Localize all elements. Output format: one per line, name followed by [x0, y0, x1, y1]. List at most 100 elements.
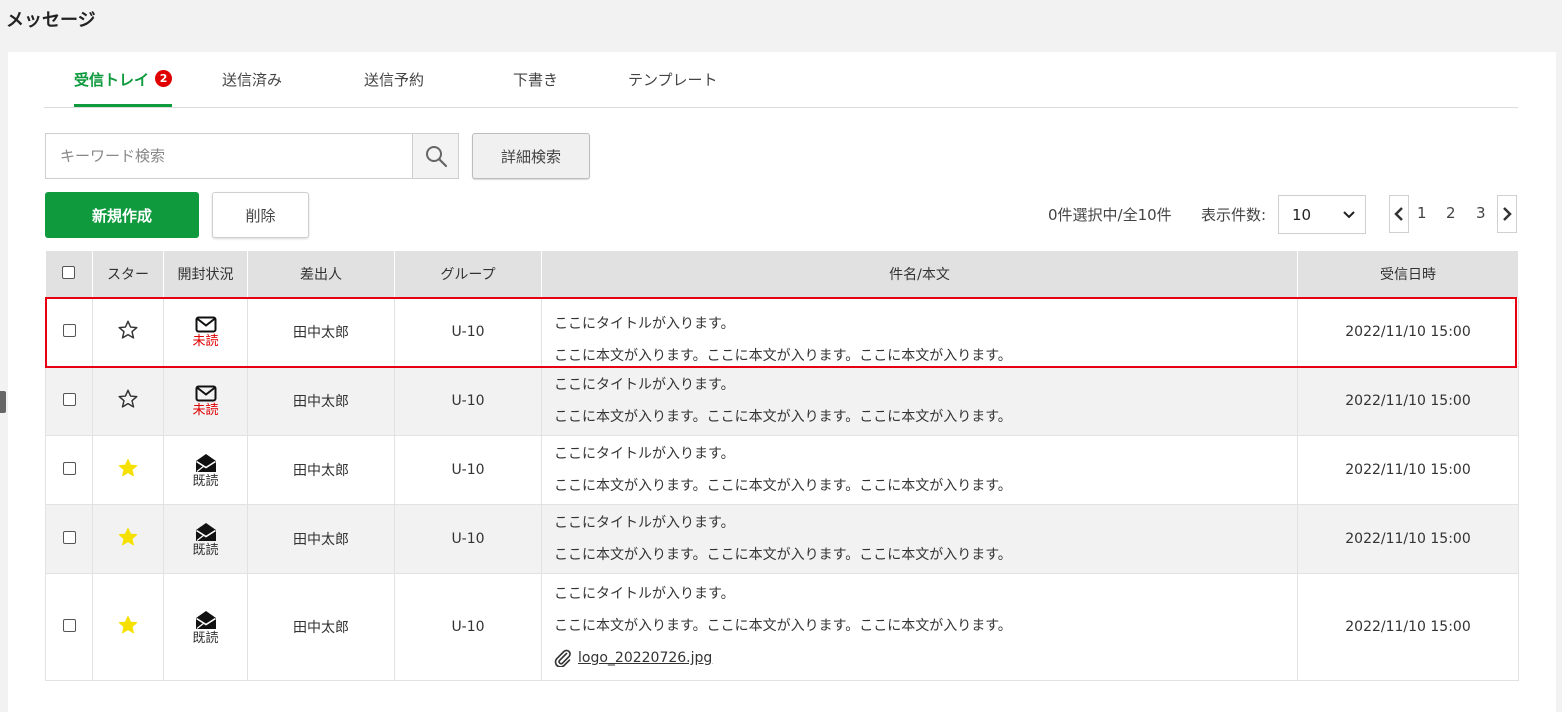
status-cell: 既読	[163, 435, 248, 505]
envelope-closed-icon	[195, 385, 216, 402]
message-table: スター 開封状況 差出人 グループ 件名/本文 受信日時 未読 田中太郎 U-1…	[45, 251, 1519, 681]
read-status: 未読	[165, 385, 246, 417]
side-panel-handle[interactable]	[0, 391, 6, 413]
tab-inbox-label: 受信トレイ	[74, 71, 150, 89]
chevron-down-icon	[1343, 211, 1355, 219]
sender-cell: 田中太郎	[247, 504, 395, 574]
tab-drafts[interactable]: 下書き	[513, 69, 558, 107]
star-outline-icon[interactable]	[117, 388, 139, 410]
subject-cell: ここにタイトルが入ります。 ここに本文が入ります。ここに本文が入ります。ここに本…	[541, 297, 1298, 367]
per-page-label: 表示件数:	[1201, 206, 1267, 224]
column-header-star[interactable]: スター	[92, 251, 164, 298]
delete-button[interactable]: 削除	[212, 192, 309, 238]
row-checkbox[interactable]	[62, 461, 76, 475]
tab-sent[interactable]: 送信済み	[222, 69, 282, 107]
per-page-select[interactable]: 10	[1278, 195, 1366, 234]
message-title: ここにタイトルが入ります。	[554, 586, 735, 602]
search-box	[45, 133, 459, 179]
status-label: 既読	[192, 630, 219, 646]
chevron-left-icon	[1394, 207, 1403, 221]
read-status: 未読	[165, 316, 246, 348]
per-page-value: 10	[1292, 206, 1312, 224]
page-number-1[interactable]: 1	[1417, 204, 1427, 222]
row-checkbox[interactable]	[62, 392, 76, 406]
status-label: 既読	[192, 473, 219, 489]
subject-cell: ここにタイトルが入ります。 ここに本文が入ります。ここに本文が入ります。ここに本…	[541, 504, 1298, 574]
select-all-checkbox[interactable]	[62, 265, 76, 279]
table-row[interactable]: 既読 田中太郎 U-10 ここにタイトルが入ります。 ここに本文が入ります。ここ…	[45, 573, 1519, 681]
column-header-sender[interactable]: 差出人	[247, 251, 395, 298]
subject-cell: ここにタイトルが入ります。 ここに本文が入ります。ここに本文が入ります。ここに本…	[541, 366, 1298, 436]
message-body: ここに本文が入ります。ここに本文が入ります。ここに本文が入ります。	[554, 478, 1012, 494]
new-message-button[interactable]: 新規作成	[45, 192, 199, 238]
row-checkbox[interactable]	[62, 323, 76, 337]
star-filled-icon[interactable]	[117, 614, 139, 636]
message-panel: 受信トレイ 2 送信済み 送信予約 下書き テンプレート 詳細検索 新規作成 削除…	[8, 52, 1556, 712]
attachment: logo_20220726.jpg	[554, 649, 1296, 667]
star-cell	[92, 366, 164, 436]
star-filled-icon[interactable]	[117, 457, 139, 479]
advanced-search-button[interactable]: 詳細検索	[472, 133, 590, 179]
unread-count-badge: 2	[155, 70, 173, 87]
table-row[interactable]: 既読 田中太郎 U-10 ここにタイトルが入ります。 ここに本文が入ります。ここ…	[45, 435, 1519, 505]
group-cell: U-10	[394, 504, 542, 574]
column-header-group[interactable]: グループ	[394, 251, 542, 298]
table-row[interactable]: 未読 田中太郎 U-10 ここにタイトルが入ります。 ここに本文が入ります。ここ…	[45, 366, 1519, 436]
star-cell	[92, 573, 164, 681]
message-title: ここにタイトルが入ります。	[554, 515, 735, 531]
star-outline-icon[interactable]	[117, 319, 139, 341]
column-header-subject[interactable]: 件名/本文	[541, 251, 1298, 298]
date-cell: 2022/11/10 15:00	[1297, 366, 1519, 436]
row-select-cell	[45, 504, 93, 574]
table-row[interactable]: 未読 田中太郎 U-10 ここにタイトルが入ります。 ここに本文が入ります。ここ…	[45, 297, 1519, 367]
envelope-open-icon	[195, 453, 216, 472]
column-header-date[interactable]: 受信日時	[1297, 251, 1519, 298]
tab-bar: 受信トレイ 2 送信済み 送信予約 下書き テンプレート	[44, 52, 1518, 108]
date-cell: 2022/11/10 15:00	[1297, 573, 1519, 681]
message-body: ここに本文が入ります。ここに本文が入ります。ここに本文が入ります。	[554, 409, 1012, 425]
sender-cell: 田中太郎	[247, 297, 395, 367]
table-row[interactable]: 既読 田中太郎 U-10 ここにタイトルが入ります。 ここに本文が入ります。ここ…	[45, 504, 1519, 574]
status-cell: 既読	[163, 573, 248, 681]
row-checkbox[interactable]	[62, 530, 76, 544]
read-status: 既読	[165, 453, 246, 488]
column-header-status[interactable]: 開封状況	[163, 251, 248, 298]
sender-cell: 田中太郎	[247, 435, 395, 505]
envelope-open-icon	[195, 522, 216, 541]
star-cell	[92, 504, 164, 574]
subject-cell: ここにタイトルが入ります。 ここに本文が入ります。ここに本文が入ります。ここに本…	[541, 573, 1298, 681]
keyword-search-input[interactable]	[46, 134, 412, 178]
star-filled-icon[interactable]	[117, 526, 139, 548]
pager-next-button[interactable]	[1497, 195, 1517, 233]
date-cell: 2022/11/10 15:00	[1297, 297, 1519, 367]
tab-scheduled[interactable]: 送信予約	[364, 69, 424, 107]
tab-scheduled-label: 送信予約	[364, 71, 425, 89]
chevron-right-icon	[1503, 207, 1512, 221]
status-label: 未読	[192, 403, 219, 418]
message-body: ここに本文が入ります。ここに本文が入ります。ここに本文が入ります。	[554, 348, 1012, 364]
status-label: 既読	[192, 542, 219, 558]
page-number-3[interactable]: 3	[1476, 204, 1486, 222]
tab-templates[interactable]: テンプレート	[628, 69, 718, 107]
read-status: 既読	[165, 522, 246, 557]
tab-templates-label: テンプレート	[628, 71, 718, 89]
page-number-2[interactable]: 2	[1446, 204, 1456, 222]
group-cell: U-10	[394, 573, 542, 681]
pager-prev-button[interactable]	[1389, 195, 1409, 233]
search-icon	[425, 146, 447, 168]
row-select-cell	[45, 297, 93, 367]
row-checkbox[interactable]	[62, 618, 76, 632]
tab-inbox[interactable]: 受信トレイ 2	[74, 69, 173, 107]
message-body: ここに本文が入ります。ここに本文が入ります。ここに本文が入ります。	[554, 547, 1012, 563]
attachment-link[interactable]: logo_20220726.jpg	[578, 650, 712, 666]
status-cell: 未読	[163, 366, 248, 436]
search-button[interactable]	[412, 134, 458, 178]
tab-drafts-label: 下書き	[513, 71, 559, 89]
page-title: メッセージ	[6, 10, 96, 31]
message-title: ここにタイトルが入ります。	[554, 377, 735, 393]
sender-cell: 田中太郎	[247, 366, 395, 436]
message-title: ここにタイトルが入ります。	[554, 446, 735, 462]
group-cell: U-10	[394, 297, 542, 367]
sender-cell: 田中太郎	[247, 573, 395, 681]
star-cell	[92, 435, 164, 505]
